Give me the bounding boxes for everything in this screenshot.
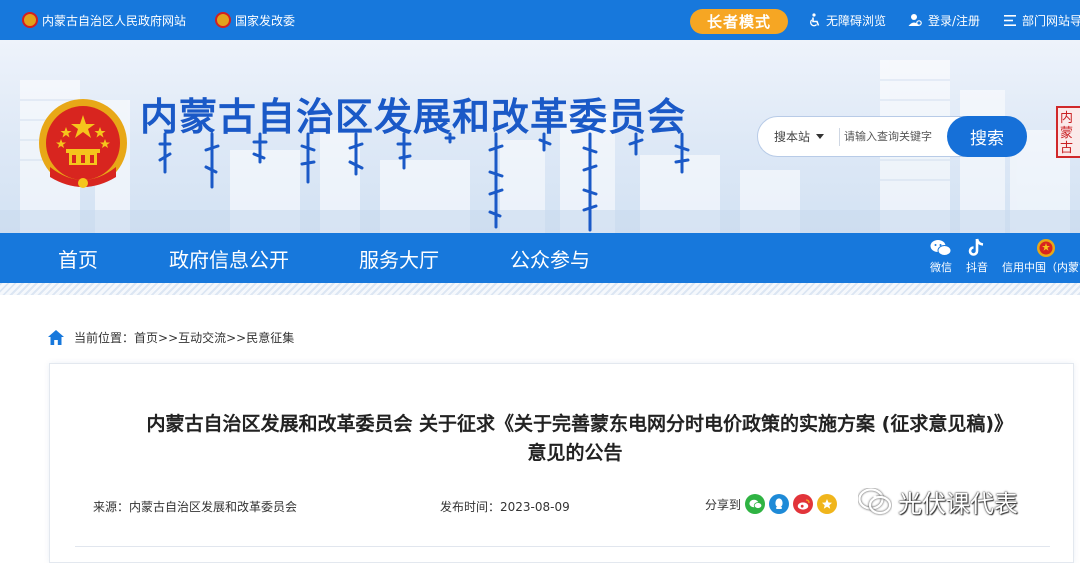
accessibility-link[interactable]: 无障碍浏览	[808, 0, 886, 40]
nav-item-service-hall[interactable]: 服务大厅	[359, 233, 439, 283]
seal-stamp: 内蒙古	[1056, 106, 1080, 158]
article-title: 内蒙古自治区发展和改革委员会 关于征求《关于完善蒙东电网分时电价政策的实施方案 …	[146, 413, 1004, 464]
article-source: 来源：内蒙古自治区发展和改革委员会	[93, 500, 298, 514]
login-link[interactable]: 登录/注册	[908, 0, 980, 40]
nav-item-home[interactable]: 首页	[58, 233, 98, 283]
search-divider	[839, 128, 840, 146]
home-icon[interactable]	[48, 329, 64, 345]
wechat-official-account-icon	[858, 487, 892, 514]
article-date: 发布时间：2023-08-09	[440, 500, 570, 514]
dept-sites-link[interactable]: 部门网站导	[1004, 0, 1080, 40]
search-button[interactable]: 搜索	[947, 116, 1027, 157]
main-nav: 首页 政府信息公开 服务大厅 公众参与 微信 抖音 信用中国（内蒙古	[0, 233, 1080, 283]
credit-china-link[interactable]: 信用中国（内蒙古	[1002, 237, 1080, 275]
breadcrumb: 当前位置： 首页>>互动交流>>民意征集	[48, 328, 294, 346]
gov-portal-link[interactable]: 内蒙古自治区人民政府网站	[22, 0, 186, 40]
search-scope-select[interactable]: 搜本站	[774, 117, 825, 156]
douyin-icon	[968, 237, 986, 259]
national-emblem-icon	[39, 99, 127, 188]
decorative-stripe	[0, 283, 1080, 295]
elder-mode-button[interactable]: 长者模式	[690, 9, 788, 34]
emblem-icon	[1036, 237, 1056, 259]
menu-icon	[1004, 14, 1016, 26]
watermark: 光伏课代表	[858, 484, 1018, 519]
ndrc-link[interactable]: 国家发改委	[215, 0, 295, 40]
user-icon	[908, 13, 922, 27]
breadcrumb-path[interactable]: 首页>>互动交流>>民意征集	[134, 329, 294, 346]
nav-item-gov-info[interactable]: 政府信息公开	[169, 233, 289, 283]
share-bar: 分享到	[705, 494, 838, 514]
site-header: 内蒙古自治区发展和改革委员会 搜本站 搜索 内蒙古	[0, 40, 1080, 233]
nav-item-public-participation[interactable]: 公众参与	[510, 233, 590, 283]
qq-icon[interactable]	[769, 494, 790, 514]
wechat-link[interactable]: 微信	[930, 237, 952, 275]
article-card: 内蒙古自治区发展和改革委员会 关于征求《关于完善蒙东电网分时电价政策的实施方案 …	[49, 363, 1074, 563]
chevron-down-icon	[816, 134, 825, 139]
wechat-icon[interactable]	[745, 494, 766, 514]
top-bar: 内蒙古自治区人民政府网站 国家发改委 长者模式 无障碍浏览 登录/注册 部门网站…	[0, 0, 1080, 40]
emblem-icon	[22, 12, 38, 28]
search-box: 搜本站 搜索	[757, 116, 1027, 157]
search-input[interactable]	[844, 117, 950, 156]
emblem-icon	[215, 12, 231, 28]
qzone-icon[interactable]	[817, 494, 838, 514]
divider	[75, 546, 1050, 547]
mongolian-script-title	[158, 132, 690, 232]
wechat-icon	[930, 237, 952, 259]
accessibility-icon	[808, 13, 820, 27]
weibo-icon[interactable]	[793, 494, 814, 514]
douyin-link[interactable]: 抖音	[966, 237, 988, 275]
